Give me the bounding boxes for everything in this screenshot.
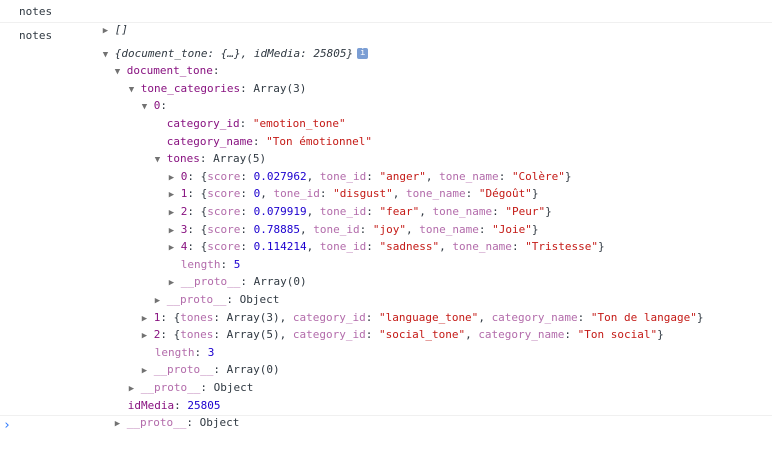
devtools-console: notes ▶[] notes ▼ {document_tone: {…}, id… [0, 0, 772, 435]
tree-node-tone-item[interactable]: ▶ 4: {score: 0.114214, tone_id: "sadness"… [129, 221, 605, 253]
tree-node-tones[interactable]: ▼ tones: Array(5) [115, 133, 266, 165]
tree-node-tone-item[interactable]: ▶ 1: {score: 0, tone_id: "disgust", tone_… [129, 168, 539, 200]
tree-node-categories-proto[interactable]: ▶ __proto__: Array(0) [102, 344, 280, 376]
prompt-chevron-icon: › [3, 418, 11, 433]
tree-node-tone-categories[interactable]: ▼ tone_categories: Array(3) [89, 62, 307, 95]
tree-node-category-2[interactable]: ▶ 2: {tones: Array(5), category_id: "soci… [102, 309, 664, 341]
console-message: notes ▼ {document_tone: {…}, idMedia: 258… [0, 27, 772, 429]
tree-leaf-categories-length: length: 3 [154, 345, 215, 359]
tree-node-tones-proto[interactable]: ▶ __proto__: Array(0) [129, 256, 307, 288]
tree-node-category-0-proto[interactable]: ▶ __proto__: Object [115, 273, 280, 306]
tree-node-tone-item[interactable]: ▶ 0: {score: 0.027962, tone_id: "anger", … [129, 150, 572, 183]
message-source: notes [19, 29, 53, 42]
tree-node-root-proto[interactable]: ▶ __proto__: Object [75, 397, 240, 429]
tree-node-category-1[interactable]: ▶ 1: {tones: Array(3), category_id: "lang… [102, 291, 704, 324]
tree-node-category-0[interactable]: ▼ 0: [102, 80, 167, 112]
property-value: Array(3) [253, 81, 307, 95]
tree-leaf-category-name: category_name: "Ton émotionnel" [166, 134, 373, 148]
tree-leaf-idmedia: idMedia: 25805 [127, 398, 221, 412]
console-message: notes ▶[] [0, 0, 772, 36]
console-prompt[interactable]: › [0, 415, 772, 436]
object-root[interactable]: ▼ {document_tone: {…}, idMedia: 25805} i [63, 27, 369, 60]
message-source: notes [19, 5, 53, 18]
object-preview[interactable]: ▶[] [63, 3, 128, 36]
tree-leaf-category-id: category_id: "emotion_tone" [166, 116, 346, 130]
tree-leaf-tones-length: length: 5 [180, 257, 241, 271]
tree-node-document-tone[interactable]: ▼ document_tone: [75, 45, 220, 77]
tree-node-document-tone-proto[interactable]: ▶ __proto__: Object [89, 361, 254, 394]
info-icon[interactable]: i [357, 48, 369, 60]
tree-node-tone-item[interactable]: ▶ 2: {score: 0.079919, tone_id: "fear", t… [129, 185, 552, 218]
string-value: "Ton émotionnel" [266, 134, 373, 148]
tree-node-tone-item[interactable]: ▶ 3: {score: 0.78885, tone_id: "joy", ton… [129, 203, 539, 236]
